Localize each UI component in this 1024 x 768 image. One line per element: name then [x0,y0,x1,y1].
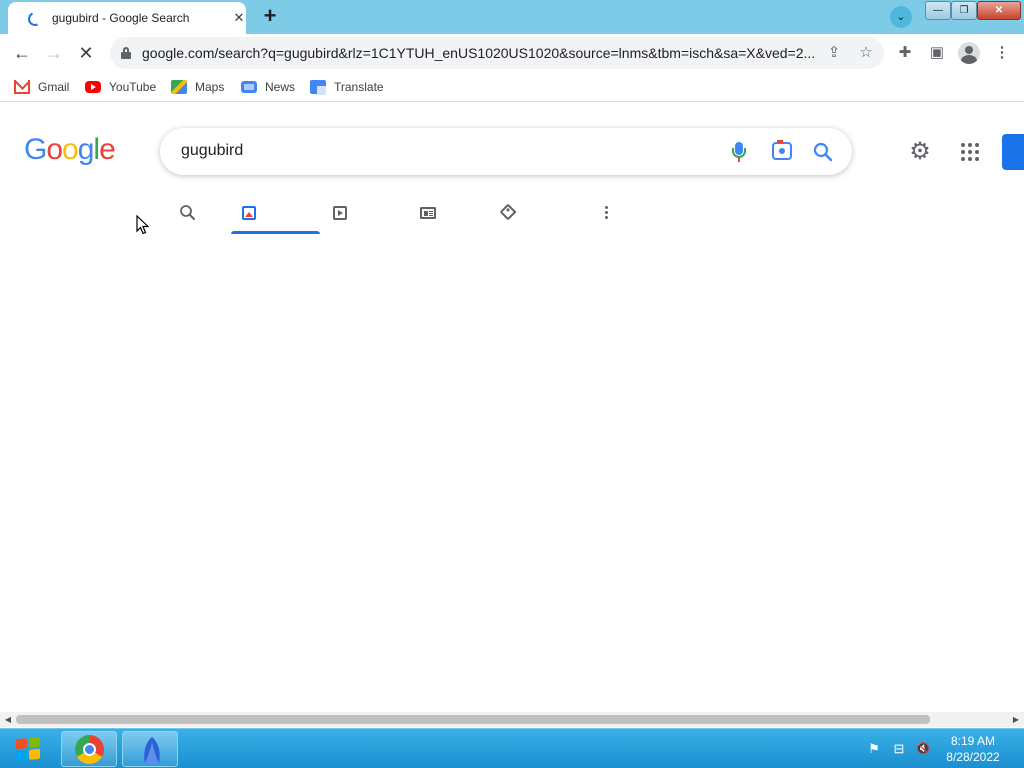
mouse-cursor-icon [136,214,150,235]
taskbar-chrome[interactable] [61,731,117,767]
minimize-button[interactable]: — [925,1,951,20]
news-icon [241,81,257,93]
browser-tab[interactable]: gugubird - Google Search ✕ [8,2,246,34]
logo-letter: o [46,133,63,166]
search-submit-icon[interactable] [812,141,834,163]
sign-in-button[interactable] [1002,134,1024,170]
youtube-icon [85,81,101,93]
gmail-icon [14,80,30,94]
browser-toolbar: ← → ✕ google.com/search?q=gugubird&rlz=1… [0,34,1024,72]
bookmark-label: Maps [195,80,225,94]
search-input[interactable]: gugubird [181,142,243,160]
tab-close-icon[interactable]: ✕ [230,9,248,27]
logo-letter: e [99,133,116,166]
network-icon[interactable]: ⊟ [891,741,907,757]
forward-button[interactable]: → [41,40,67,66]
bookmark-label: YouTube [109,80,157,94]
clock-time: 8:19 AM [950,734,996,748]
translate-icon [310,80,326,95]
window-close-button[interactable]: ✕ [977,1,1021,20]
voice-search-mic-icon[interactable] [732,140,746,164]
search-box[interactable]: gugubird [160,128,852,175]
scroll-right-arrow-icon[interactable]: ▶ [1011,715,1021,725]
more-vert-icon [605,206,609,220]
bookmark-youtube[interactable]: YouTube [85,77,156,97]
tab-videos[interactable] [330,203,350,223]
volume-muted-icon[interactable]: 🔇 [915,741,931,757]
bookmarks-bar: Gmail YouTube Maps News Translate [0,72,1024,102]
profile-avatar-icon[interactable] [958,42,980,64]
bookmark-label: Gmail [38,80,70,94]
stop-loading-button[interactable]: ✕ [73,40,99,66]
maximize-button[interactable]: ❐ [951,1,977,20]
url-text[interactable]: google.com/search?q=gugubird&rlz=1C1YTUH… [142,45,822,61]
search-icon [180,205,195,220]
tab-strip: gugubird - Google Search ✕ + ⌄ — ❐ ✕ [0,0,1024,34]
new-tab-button[interactable]: + [257,5,283,29]
google-logo[interactable]: Google [24,133,116,167]
windows-taskbar: ⚑ ⊟ 🔇 8:19 AM 8/28/2022 [0,728,1024,768]
active-tab-indicator [231,231,320,234]
bookmark-label: News [265,80,296,94]
address-bar[interactable]: google.com/search?q=gugubird&rlz=1C1YTUH… [110,37,884,69]
tab-images[interactable] [239,203,259,223]
start-button[interactable] [6,733,50,765]
logo-letter: o [62,133,79,166]
extensions-icon[interactable]: ✚ [894,42,916,64]
tab-news[interactable] [419,203,439,223]
tab-title: gugubird - Google Search [52,11,190,25]
system-clock[interactable]: 8:19 AM 8/28/2022 [936,733,1010,765]
share-icon[interactable]: ⇪ [824,43,844,63]
tab-all[interactable] [178,203,198,223]
chrome-icon [75,735,104,764]
google-lens-camera-icon[interactable] [772,140,792,160]
settings-gear-icon[interactable]: ⚙ [907,139,933,165]
bookmark-news[interactable]: News [241,77,295,97]
taskbar-bird-app[interactable] [122,731,178,767]
image-icon [242,206,256,220]
newspaper-icon [420,207,436,219]
bookmark-gmail[interactable]: Gmail [14,77,69,97]
side-panel-icon[interactable]: ▣ [926,42,948,64]
scrollbar-thumb[interactable] [16,715,930,724]
bird-app-icon [144,737,160,763]
tab-more[interactable] [597,203,617,223]
loading-spinner-icon [26,10,44,28]
action-center-flag-icon[interactable]: ⚑ [866,741,882,757]
windows-logo-icon [16,736,40,762]
maps-icon [171,80,187,94]
lock-icon[interactable] [121,47,131,59]
scroll-left-arrow-icon[interactable]: ◀ [3,715,13,725]
browser-menu-icon[interactable]: ⋮ [991,42,1013,64]
logo-letter: g [77,133,95,166]
back-button[interactable]: ← [9,40,35,66]
horizontal-scrollbar[interactable]: ◀ ▶ [0,712,1024,727]
tab-search-button[interactable]: ⌄ [890,6,912,28]
tag-icon [499,203,517,221]
video-icon [333,206,347,220]
bookmark-star-icon[interactable]: ☆ [856,43,876,63]
google-apps-grid-icon[interactable] [961,143,979,161]
tab-shopping[interactable] [498,203,518,223]
logo-letter: G [24,133,47,166]
bookmark-maps[interactable]: Maps [171,77,224,97]
bookmark-label: Translate [334,80,384,94]
clock-date: 8/28/2022 [946,750,1000,764]
bookmark-translate[interactable]: Translate [310,77,384,97]
